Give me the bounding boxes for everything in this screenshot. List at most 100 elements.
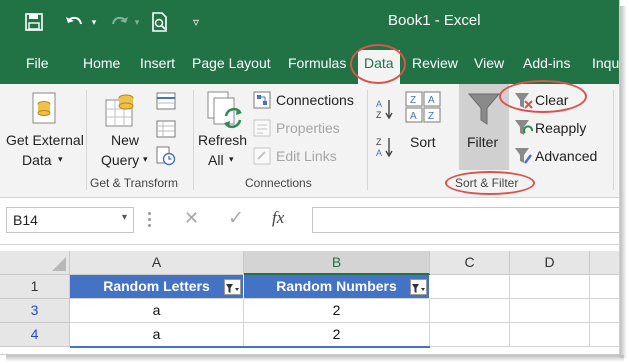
filter-icon	[467, 92, 501, 131]
database-icon	[32, 92, 58, 131]
enter-icon[interactable]: ✓	[228, 207, 244, 230]
header-label: Random Letters	[103, 278, 210, 294]
svg-text:Z: Z	[428, 111, 434, 122]
ribbon-tabs: File Home Insert Page Layout Formulas Da…	[0, 44, 619, 84]
sort-icon: ZAAZ	[405, 91, 441, 128]
formula-bar-divider-icon	[148, 212, 152, 230]
cell[interactable]: 2	[244, 323, 430, 347]
connections-icon	[253, 91, 271, 114]
properties-button[interactable]: Properties	[276, 120, 340, 136]
select-all-corner[interactable]	[0, 251, 70, 275]
get-external-data-label-2[interactable]: Data	[22, 152, 52, 168]
name-box-dropdown-icon[interactable]: ▾	[122, 212, 127, 223]
advanced-button[interactable]: Advanced	[535, 148, 597, 164]
cell[interactable]: 2	[244, 299, 430, 323]
sort-a-to-z-icon[interactable]: AZ	[376, 98, 394, 125]
undo-icon[interactable]	[62, 10, 88, 34]
cell[interactable]	[510, 299, 590, 323]
reapply-button[interactable]: Reapply	[535, 120, 586, 136]
filter-dropdown-icon[interactable]	[410, 279, 427, 295]
group-label-connections: Connections	[245, 176, 312, 190]
table-header-cell[interactable]: Random Letters	[70, 275, 244, 299]
svg-text:Z: Z	[410, 95, 416, 106]
show-queries-icon[interactable]	[156, 92, 176, 115]
group-separator	[613, 90, 614, 190]
undo-dropdown-icon[interactable]: ▾	[88, 10, 100, 34]
column-header-c[interactable]: C	[430, 251, 510, 275]
window-shadow-right	[620, 6, 627, 358]
tab-formulas[interactable]: Formulas	[288, 55, 346, 71]
column-header-d[interactable]: D	[510, 251, 590, 275]
formula-input[interactable]	[312, 207, 619, 233]
header-label: Random Numbers	[276, 278, 397, 294]
table-header-cell[interactable]: Random Numbers	[244, 275, 430, 299]
cell[interactable]	[430, 323, 510, 347]
column-header-b[interactable]: B	[244, 251, 430, 275]
cell[interactable]: a	[70, 323, 244, 347]
print-preview-icon[interactable]	[148, 10, 172, 34]
cancel-icon[interactable]: ✕	[184, 208, 199, 229]
table-bottom-border	[70, 346, 430, 348]
cell[interactable]	[430, 299, 510, 323]
svg-text:A: A	[428, 95, 435, 106]
cell[interactable]	[430, 275, 510, 299]
redo-icon[interactable]	[106, 10, 132, 34]
cell[interactable]	[510, 275, 590, 299]
data-tab-highlight-ring	[350, 44, 406, 84]
save-icon[interactable]	[22, 10, 46, 34]
row-header[interactable]: 4	[0, 323, 70, 347]
tab-file[interactable]: File	[26, 55, 49, 71]
filter-dropdown-icon[interactable]	[224, 279, 241, 295]
group-separator	[367, 90, 368, 190]
edit-links-icon	[253, 147, 271, 170]
ribbon: Get External Data ▾ New Query ▾ Get & Tr…	[0, 80, 619, 198]
row-header[interactable]: 3	[0, 299, 70, 323]
cell[interactable]	[590, 299, 619, 323]
refresh-all-label-2[interactable]: All	[208, 152, 224, 168]
new-query-label-2[interactable]: Query	[101, 152, 139, 168]
group-label-get-transform: Get & Transform	[90, 176, 179, 190]
tab-view[interactable]: View	[474, 55, 504, 71]
cell[interactable]	[510, 323, 590, 347]
svg-text:Z: Z	[376, 137, 382, 147]
cell[interactable]: a	[70, 299, 244, 323]
refresh-all-label[interactable]: Refresh	[198, 132, 247, 148]
redo-dropdown-icon[interactable]: ▾	[132, 10, 142, 34]
connections-button[interactable]: Connections	[276, 92, 354, 108]
tab-home[interactable]: Home	[83, 55, 120, 71]
tab-review[interactable]: Review	[412, 55, 458, 71]
name-box[interactable]: B14 ▾	[6, 207, 134, 233]
name-box-value: B14	[13, 212, 38, 228]
tab-inquire[interactable]: Inqu	[592, 55, 619, 71]
row-header[interactable]: 1	[0, 275, 70, 299]
cell[interactable]	[590, 323, 619, 347]
svg-text:A: A	[376, 148, 382, 158]
worksheet-grid: A B C D 1 Random Letters Random Numbers …	[0, 245, 619, 354]
sort-button[interactable]: Sort	[410, 134, 436, 150]
refresh-all-dropdown-icon[interactable]: ▾	[229, 154, 234, 165]
column-header-a[interactable]: A	[70, 251, 244, 275]
get-external-dropdown-icon[interactable]: ▾	[58, 154, 63, 165]
new-query-label[interactable]: New	[111, 132, 139, 148]
tab-insert[interactable]: Insert	[140, 55, 175, 71]
customize-toolbar-icon[interactable]: ▿	[186, 10, 206, 34]
column-header-e[interactable]	[590, 251, 619, 275]
insert-function-icon[interactable]: fx	[272, 208, 284, 228]
new-query-dropdown-icon[interactable]: ▾	[143, 154, 148, 165]
recent-sources-icon[interactable]	[156, 146, 176, 171]
title-bar: ▾ ▾ ▿ Book1 - Excel	[0, 0, 619, 44]
excel-window: ▾ ▾ ▿ Book1 - Excel File Home Insert Pag…	[0, 0, 620, 355]
from-table-icon[interactable]	[156, 120, 176, 143]
advanced-filter-icon	[514, 147, 534, 170]
tab-add-ins[interactable]: Add-ins	[523, 55, 570, 71]
formula-bar: B14 ▾ ✕ ✓ fx	[0, 198, 619, 245]
cell[interactable]	[590, 275, 619, 299]
edit-links-button[interactable]: Edit Links	[276, 148, 337, 164]
filter-button[interactable]: Filter	[467, 134, 498, 150]
svg-text:Z: Z	[376, 110, 382, 120]
window-shadow-bottom	[6, 355, 624, 362]
group-separator	[193, 90, 194, 190]
tab-page-layout[interactable]: Page Layout	[192, 55, 271, 71]
get-external-data-label[interactable]: Get External	[6, 132, 84, 148]
sort-z-to-a-icon[interactable]: ZA	[376, 136, 394, 163]
